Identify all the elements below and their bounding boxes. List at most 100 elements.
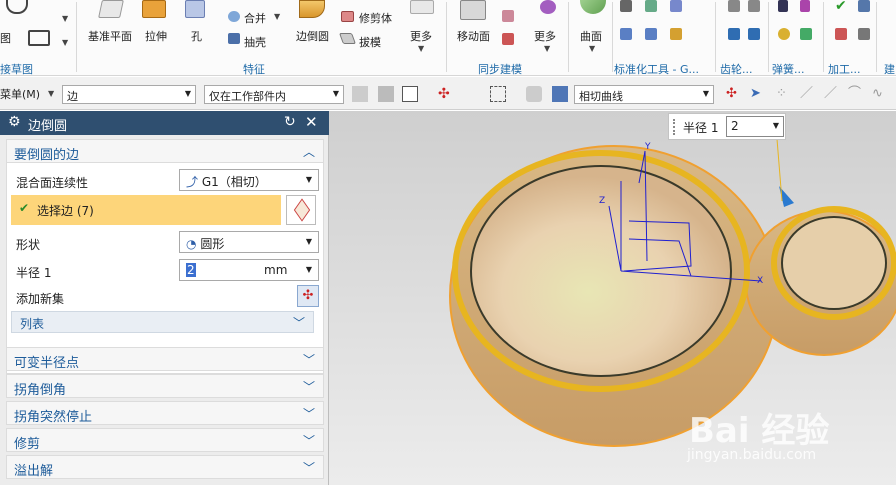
std-tool-icon[interactable] [620, 28, 632, 40]
machining-tool-icon[interactable] [858, 28, 870, 40]
axis-label-z: Z [599, 196, 605, 206]
section-stop-short-of-corner[interactable]: 拐角突然停止 ﹀ [6, 401, 324, 425]
std-tool-icon[interactable] [670, 28, 682, 40]
shell-button[interactable]: 抽壳 [244, 34, 266, 50]
type-filter-select[interactable]: 边 ▼ [62, 85, 196, 104]
move-face-button[interactable]: 移动面 [457, 28, 490, 44]
scope-select[interactable]: 仅在工作部件内 ▼ [204, 85, 344, 104]
section-variable-radius[interactable]: 可变半径点 ﹀ [6, 347, 324, 371]
dropdown-arrow-icon[interactable]: ▼ [62, 14, 68, 23]
divider [612, 2, 613, 72]
rectangle-icon[interactable] [28, 30, 50, 46]
section-corner-setback[interactable]: 拐角倒角 ﹀ [6, 374, 324, 398]
list-label: 列表 [20, 317, 45, 331]
dropdown-arrow-icon[interactable]: ▼ [544, 44, 550, 53]
unite-button[interactable]: 合并 [244, 10, 266, 26]
shape-label: 形状 [16, 238, 41, 252]
snap-settings-icon[interactable]: ✣ [726, 86, 742, 102]
std-tool-icon[interactable] [645, 28, 657, 40]
std-tool-icon[interactable] [670, 0, 682, 12]
dropdown-arrow-icon[interactable]: ▼ [274, 12, 280, 21]
blend-continuity-select[interactable]: ⤴ G1（相切） ▼ [179, 169, 319, 191]
spring-tool-icon[interactable] [778, 28, 790, 40]
surface-button[interactable]: 曲面 [580, 28, 602, 44]
face-select-icon[interactable] [552, 86, 568, 102]
point-snap-icon[interactable]: ✣ [438, 86, 454, 102]
draft-button[interactable]: 拔模 [359, 34, 381, 50]
blend-continuity-value: G1（相切） [201, 175, 267, 189]
sketch-icon[interactable] [6, 0, 28, 14]
dropdown-arrow-icon[interactable]: ▼ [48, 89, 54, 98]
gear-tool-icon[interactable] [728, 28, 740, 40]
surface-icon[interactable] [580, 0, 606, 14]
radius-input[interactable]: 2 mm ▼ [179, 259, 319, 281]
drag-handle[interactable] [673, 119, 677, 135]
more-sync-icon[interactable] [540, 0, 556, 14]
check-icon[interactable]: ✔ [835, 0, 847, 13]
extrude-icon[interactable] [142, 0, 166, 18]
shape-select[interactable]: ◔ 圆形 ▼ [179, 231, 319, 253]
select-edge-row[interactable]: ✔ 选择边 (7) [11, 195, 281, 225]
trim-body-button[interactable]: 修剪体 [359, 10, 392, 26]
rectangle-select-icon[interactable] [490, 86, 506, 102]
list-expander[interactable]: 列表 ﹀ [11, 311, 314, 333]
dropdown-arrow-icon[interactable]: ▼ [62, 38, 68, 47]
extrude-button[interactable]: 拉伸 [145, 28, 167, 44]
divider [446, 2, 447, 72]
more-features-icon[interactable] [410, 0, 434, 14]
section-edges-to-blend[interactable]: 要倒圆的边 ︿ [6, 139, 324, 163]
dropdown-arrow-icon: ▼ [702, 89, 709, 98]
add-new-set-button[interactable]: ✣ [297, 285, 319, 307]
hole-button[interactable]: 孔 [191, 28, 202, 44]
dropdown-arrow-icon[interactable]: ▼ [589, 44, 595, 53]
spring-tool-icon[interactable] [800, 0, 810, 12]
filter-icon[interactable] [378, 86, 394, 102]
curve-rule-select[interactable]: 相切曲线 ▼ [574, 85, 714, 104]
draft-icon[interactable] [338, 33, 357, 44]
edge-blend-button[interactable]: 边倒圆 [296, 28, 329, 44]
move-face-icon[interactable] [460, 0, 486, 20]
unite-icon[interactable] [228, 11, 240, 22]
line-snap-icon[interactable]: ／ [824, 86, 840, 102]
more-features-button[interactable]: 更多 [410, 28, 432, 44]
point-cloud-icon[interactable]: ⁘ [776, 86, 792, 102]
machining-tool-icon[interactable] [835, 28, 847, 40]
line-snap-icon[interactable]: ／ [800, 86, 816, 102]
dropdown-arrow-icon[interactable]: ▼ [418, 44, 424, 53]
std-tool-icon[interactable] [645, 0, 657, 12]
arrow-right-icon[interactable]: ➤ [750, 86, 766, 102]
snap-icon[interactable] [352, 86, 368, 102]
spring-tool-icon[interactable] [800, 28, 812, 40]
datum-plane-button[interactable]: 基准平面 [88, 28, 132, 44]
datum-plane-icon[interactable] [98, 0, 124, 18]
selection-option-icon[interactable] [402, 86, 418, 102]
section-trim[interactable]: 修剪 ﹀ [6, 428, 324, 452]
gear-tool-icon[interactable] [748, 28, 760, 40]
spring-tool-icon[interactable] [778, 0, 788, 12]
curve-snap-icon[interactable]: ∿ [872, 86, 888, 102]
delete-face-icon[interactable] [502, 33, 514, 45]
body-select-icon[interactable] [526, 86, 542, 102]
close-icon[interactable]: ✕ [305, 113, 318, 131]
group-label-build: 建 [884, 63, 895, 76]
shell-icon[interactable] [228, 33, 240, 44]
radius-popup-input[interactable]: 2 ▼ [726, 116, 784, 137]
divider [568, 2, 569, 72]
gear-tool-icon[interactable] [728, 0, 740, 12]
radius-popup-value: 2 [731, 119, 739, 133]
machining-tool-icon[interactable] [858, 0, 870, 12]
edge-select-cube-icon[interactable] [286, 195, 316, 225]
graphics-viewport[interactable]: X Y Z Bai 经验 jingyan.baidu.com [329, 111, 896, 485]
reset-icon[interactable]: ↻ [284, 114, 296, 130]
std-tool-icon[interactable] [620, 0, 632, 12]
section-overflow[interactable]: 溢出解 ﹀ [6, 455, 324, 479]
menu-button[interactable]: 菜单(M) [0, 86, 40, 102]
more-sync-button[interactable]: 更多 [534, 28, 556, 44]
radius-popup[interactable]: 半径 1 2 ▼ [668, 113, 786, 140]
edge-blend-icon[interactable] [299, 0, 325, 18]
arc-snap-icon[interactable]: ⌒ [848, 86, 864, 102]
hole-icon[interactable] [185, 0, 205, 18]
sync-tool-icon[interactable] [502, 10, 514, 22]
trim-body-icon[interactable] [341, 11, 354, 22]
gear-tool-icon[interactable] [748, 0, 760, 12]
